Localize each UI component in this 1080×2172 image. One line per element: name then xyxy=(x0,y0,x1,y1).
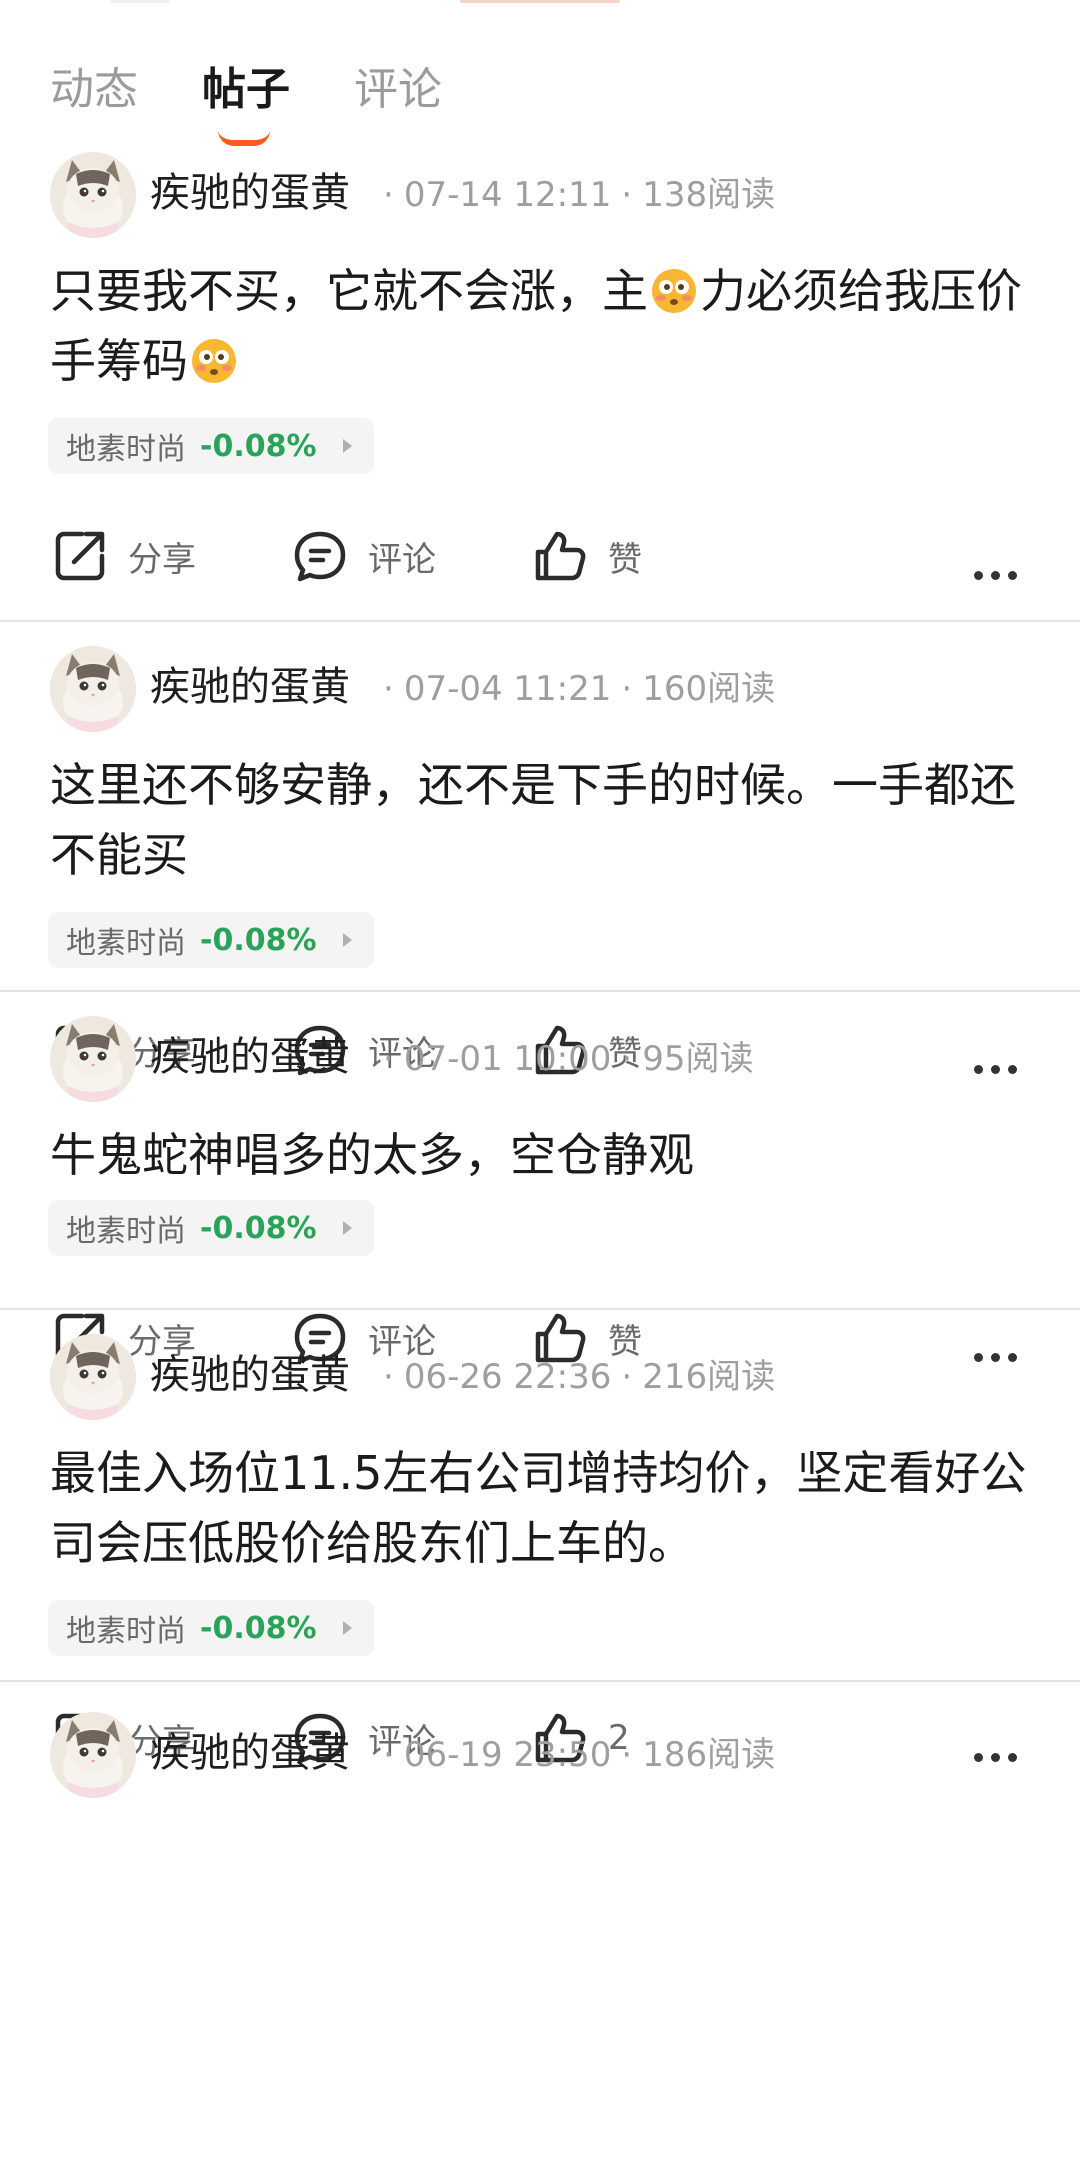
post-time: 06-26 22:36 xyxy=(403,1357,612,1397)
meta-separator: · xyxy=(621,1039,633,1079)
meta-separator: · xyxy=(621,1735,633,1775)
thumbs-up-icon xyxy=(532,528,588,584)
author-name[interactable]: 疾驰的蛋黄 xyxy=(150,1350,350,1400)
post-time: 06-19 23:50 xyxy=(403,1735,612,1775)
stock-name: 地素时尚 xyxy=(66,926,186,961)
comment-icon xyxy=(292,528,348,584)
meta-separator: · xyxy=(383,669,394,709)
author-name[interactable]: 疾驰的蛋黄 xyxy=(150,662,350,712)
post-card[interactable]: 疾驰的蛋黄 · 07-14 12:11 · 138阅读 只要我不买，它就不会涨，主 力必… xyxy=(0,150,1080,622)
cat-avatar-icon xyxy=(50,1334,136,1420)
stock-change: -0.08% xyxy=(200,922,317,958)
stock-name: 地素时尚 xyxy=(66,1214,186,1249)
meta-separator: · xyxy=(383,1735,394,1775)
meta-separator: · xyxy=(383,175,394,215)
chevron-right-icon xyxy=(342,933,352,947)
tab-bar: 动态 帖子 评论 xyxy=(50,60,506,160)
read-count: 160阅读 xyxy=(642,669,776,709)
post-card[interactable]: 疾驰的蛋黄 · 06-26 22:36 · 216阅读 最佳入场位11.5左右公司增持… xyxy=(0,1310,1080,1682)
read-count: 95阅读 xyxy=(642,1039,754,1079)
comment-button[interactable]: 评论 xyxy=(292,526,436,586)
share-icon xyxy=(52,528,108,584)
post-card[interactable]: 疾驰的蛋黄 · 07-01 10:00 · 95阅读 牛鬼蛇神唱多的太多，空仓静观 地… xyxy=(0,992,1080,1310)
cat-avatar-icon xyxy=(50,1712,136,1798)
stock-tag[interactable]: 地素时尚 -0.08% xyxy=(48,912,374,968)
stock-tag[interactable]: 地素时尚 -0.08% xyxy=(48,418,374,474)
avatar[interactable] xyxy=(50,1016,136,1102)
cat-avatar-icon xyxy=(50,152,136,238)
stock-name: 地素时尚 xyxy=(66,432,186,467)
avatar[interactable] xyxy=(50,1712,136,1798)
more-button[interactable] xyxy=(974,544,1025,604)
post-meta: · 06-26 22:36 · 216阅读 xyxy=(373,1354,775,1400)
post-time: 07-14 12:11 xyxy=(403,175,612,215)
more-horizontal-icon xyxy=(974,565,1025,584)
post-card[interactable]: 疾驰的蛋黄 · 06-19 23:50 · 186阅读 xyxy=(0,1682,1080,1802)
share-button[interactable]: 分享 xyxy=(52,526,196,586)
meta-separator: · xyxy=(383,1039,394,1079)
post-feed: 疾驰的蛋黄 · 07-14 12:11 · 138阅读 只要我不买，它就不会涨，主 力必… xyxy=(0,150,1080,1802)
post-header: 疾驰的蛋黄 · 07-01 10:00 · 95阅读 xyxy=(0,1014,1080,1104)
chevron-right-icon xyxy=(342,1621,352,1635)
author-name[interactable]: 疾驰的蛋黄 xyxy=(150,168,350,218)
meta-separator: · xyxy=(621,175,633,215)
tab-dynamics[interactable]: 动态 xyxy=(50,60,138,160)
meta-separator: · xyxy=(621,1357,633,1397)
stock-change: -0.08% xyxy=(200,1210,317,1246)
flushed-face-emoji-icon xyxy=(190,337,238,385)
like-button[interactable]: 赞 xyxy=(532,526,642,586)
post-content[interactable]: 最佳入场位11.5左右公司增持均价，坚定看好公司会压低股价给股东们上车的。 xyxy=(50,1438,1030,1578)
post-header: 疾驰的蛋黄 · 07-04 11:21 · 160阅读 xyxy=(0,644,1080,734)
post-meta: · 07-14 12:11 · 138阅读 xyxy=(373,172,775,218)
stock-name: 地素时尚 xyxy=(66,1614,186,1649)
stock-change: -0.08% xyxy=(200,428,317,464)
top-bar-segment xyxy=(110,0,170,3)
post-meta: · 07-04 11:21 · 160阅读 xyxy=(373,666,775,712)
top-bar-accent-segment xyxy=(460,0,620,3)
read-count: 138阅读 xyxy=(642,175,776,215)
post-content[interactable]: 只要我不买，它就不会涨，主 力必须给我压价手筹码 xyxy=(50,256,1030,396)
tab-posts[interactable]: 帖子 xyxy=(202,60,290,160)
post-header: 疾驰的蛋黄 · 06-19 23:50 · 186阅读 xyxy=(0,1710,1080,1800)
post-time: 07-04 11:21 xyxy=(403,669,612,709)
tab-comments[interactable]: 评论 xyxy=(354,60,442,160)
avatar[interactable] xyxy=(50,152,136,238)
stock-change: -0.08% xyxy=(200,1610,317,1646)
author-name[interactable]: 疾驰的蛋黄 xyxy=(150,1032,350,1082)
cat-avatar-icon xyxy=(50,1016,136,1102)
chevron-right-icon xyxy=(342,1221,352,1235)
post-header: 疾驰的蛋黄 · 06-26 22:36 · 216阅读 xyxy=(0,1332,1080,1422)
stock-tag[interactable]: 地素时尚 -0.08% xyxy=(48,1200,374,1256)
chevron-right-icon xyxy=(342,439,352,453)
stock-tag[interactable]: 地素时尚 -0.08% xyxy=(48,1600,374,1656)
post-meta: · 06-19 23:50 · 186阅读 xyxy=(373,1732,775,1778)
post-card[interactable]: 疾驰的蛋黄 · 07-04 11:21 · 160阅读 这里还不够安静，还不是下手的时… xyxy=(0,622,1080,992)
post-content[interactable]: 牛鬼蛇神唱多的太多，空仓静观 xyxy=(50,1120,1030,1190)
meta-separator: · xyxy=(383,1357,394,1397)
post-actions: 分享 评论 赞 xyxy=(0,474,1080,624)
meta-separator: · xyxy=(621,669,633,709)
flushed-face-emoji-icon xyxy=(650,267,698,315)
author-name[interactable]: 疾驰的蛋黄 xyxy=(150,1728,350,1778)
avatar[interactable] xyxy=(50,646,136,732)
post-content[interactable]: 这里还不够安静，还不是下手的时候。一手都还不能买 xyxy=(50,750,1030,890)
post-header: 疾驰的蛋黄 · 07-14 12:11 · 138阅读 xyxy=(0,150,1080,240)
read-count: 186阅读 xyxy=(642,1735,776,1775)
post-time: 07-01 10:00 xyxy=(403,1039,612,1079)
read-count: 216阅读 xyxy=(642,1357,776,1397)
cat-avatar-icon xyxy=(50,646,136,732)
avatar[interactable] xyxy=(50,1334,136,1420)
top-bar-remnant xyxy=(0,0,1080,8)
post-meta: · 07-01 10:00 · 95阅读 xyxy=(373,1036,753,1082)
active-tab-indicator xyxy=(218,130,270,146)
